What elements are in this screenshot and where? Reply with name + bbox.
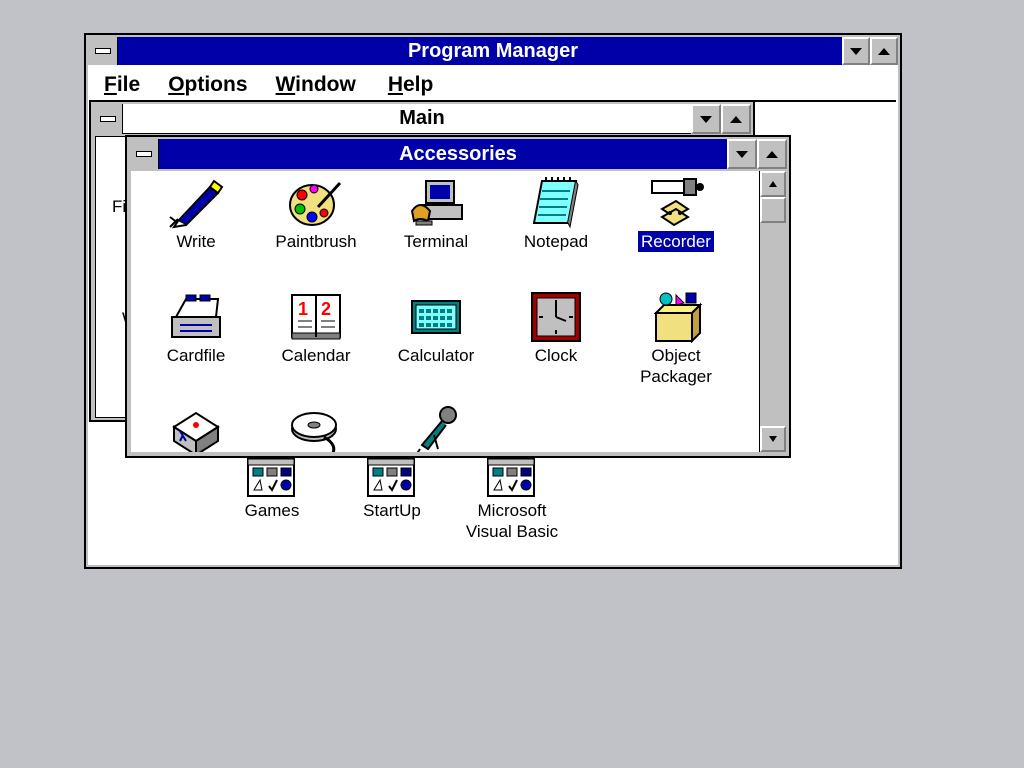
group-icon-label-line1: Microsoft (477, 501, 547, 520)
group-icon-startup[interactable]: StartUp (337, 458, 447, 521)
program-group-icon (247, 458, 295, 497)
window-title: Program Manager (407, 39, 579, 62)
system-menu-button[interactable] (93, 104, 123, 134)
minimize-icon (850, 47, 862, 55)
program-item-clock[interactable]: Clock (501, 291, 611, 366)
system-menu-button[interactable] (88, 37, 118, 65)
media-player-icon (291, 412, 337, 452)
maximize-icon (730, 115, 742, 123)
program-item-recorder[interactable]: Recorder (621, 177, 731, 252)
menu-file[interactable]: File (90, 73, 154, 97)
maximize-button[interactable] (757, 139, 787, 169)
write-icon (169, 179, 224, 229)
group-icon-visual-basic[interactable]: Microsoft Visual Basic (457, 458, 567, 542)
menu-file-label: ile (116, 73, 141, 96)
program-item-terminal[interactable]: Terminal (381, 177, 491, 252)
minimize-icon (700, 115, 712, 123)
calendar-icon: 1 2 (291, 294, 341, 340)
menu-options[interactable]: Options (154, 73, 261, 97)
program-item-label: Notepad (523, 232, 589, 251)
program-item-label: Terminal (403, 232, 469, 251)
window-title: Accessories (399, 142, 517, 165)
scroll-up-button[interactable] (760, 171, 786, 197)
menu-window[interactable]: Window (262, 73, 370, 97)
calendar-digit: 2 (321, 299, 331, 319)
accessories-client: Write Paintbrush Terminal Notepad Record… (131, 171, 759, 452)
program-item-write[interactable]: Write (141, 177, 251, 252)
program-item-media-player[interactable] (261, 405, 371, 452)
menu-options-mnemonic: O (168, 73, 185, 96)
program-item-label: Calendar (281, 346, 351, 365)
scroll-up-arrow-icon (769, 181, 777, 187)
maximize-button[interactable] (870, 37, 898, 65)
object-packager-icon (653, 292, 703, 343)
maximize-button[interactable] (721, 104, 751, 134)
program-item-notepad[interactable]: Notepad (501, 177, 611, 252)
program-item-label-line1: Object (651, 346, 701, 365)
menu-bar: File Options Window Help (90, 70, 896, 102)
sound-recorder-icon (416, 406, 457, 452)
program-item-pif-editor[interactable] (141, 405, 251, 452)
terminal-icon (410, 180, 463, 226)
notepad-icon (532, 177, 579, 229)
minimize-button[interactable] (691, 104, 721, 134)
program-item-label: Cardfile (166, 346, 226, 365)
minimize-button[interactable] (842, 37, 870, 65)
menu-help-mnemonic: H (387, 73, 403, 96)
system-menu-icon (99, 116, 116, 122)
program-item-label-line2: Packager (640, 367, 712, 386)
menu-help-label: elp (403, 73, 434, 96)
program-item-label: Write (176, 232, 216, 251)
recorder-icon (651, 178, 704, 227)
maximize-icon (878, 47, 890, 55)
system-menu-icon (94, 48, 111, 54)
minimize-button[interactable] (727, 139, 757, 169)
maximize-icon (766, 150, 778, 158)
group-icon-label: Games (244, 501, 300, 520)
cardfile-icon (171, 294, 221, 338)
clock-icon (531, 292, 581, 342)
program-item-label-selected: Recorder (638, 231, 714, 252)
program-item-calendar[interactable]: 1 2 Calendar (261, 291, 371, 366)
scroll-down-arrow-icon (769, 436, 777, 442)
menu-file-mnemonic: F (104, 73, 117, 96)
pif-editor-icon (172, 411, 220, 452)
program-manager-titlebar[interactable]: Program Manager (88, 37, 898, 65)
vertical-scrollbar[interactable] (759, 171, 787, 452)
program-group-icon (487, 458, 535, 497)
menu-window-label: indow (295, 73, 356, 96)
program-item-label: Clock (534, 346, 578, 365)
menu-window-mnemonic: W (275, 73, 296, 96)
program-item-label: Calculator (397, 346, 475, 365)
menu-options-label: ptions (184, 73, 248, 96)
calendar-digit: 1 (298, 299, 308, 319)
scroll-down-button[interactable] (760, 426, 786, 452)
scroll-thumb[interactable] (760, 197, 786, 223)
group-icon-label-line2: Visual Basic (465, 522, 559, 541)
program-item-calculator[interactable]: Calculator (381, 291, 491, 366)
program-item-cardfile[interactable]: Cardfile (141, 291, 251, 366)
program-item-label: Paintbrush (275, 232, 357, 251)
group-icon-label: StartUp (363, 501, 421, 520)
minimize-icon (736, 150, 748, 158)
main-titlebar[interactable]: Main (93, 104, 751, 134)
program-group-icon (367, 458, 415, 497)
program-item-paintbrush[interactable]: Paintbrush (261, 177, 371, 252)
system-menu-icon (135, 151, 152, 157)
calculator-icon (411, 300, 461, 334)
program-item-sound-recorder[interactable] (381, 405, 491, 452)
window-title: Main (399, 107, 445, 129)
accessories-window[interactable]: Write Paintbrush Terminal Notepad Record… (125, 135, 791, 458)
menu-help[interactable]: Help (370, 73, 448, 97)
paintbrush-icon (289, 181, 342, 226)
group-icon-games[interactable]: Games (217, 458, 327, 521)
accessories-titlebar[interactable]: Accessories (129, 139, 787, 169)
program-item-object-packager[interactable]: Object Packager (621, 291, 731, 387)
system-menu-button[interactable] (129, 139, 159, 169)
